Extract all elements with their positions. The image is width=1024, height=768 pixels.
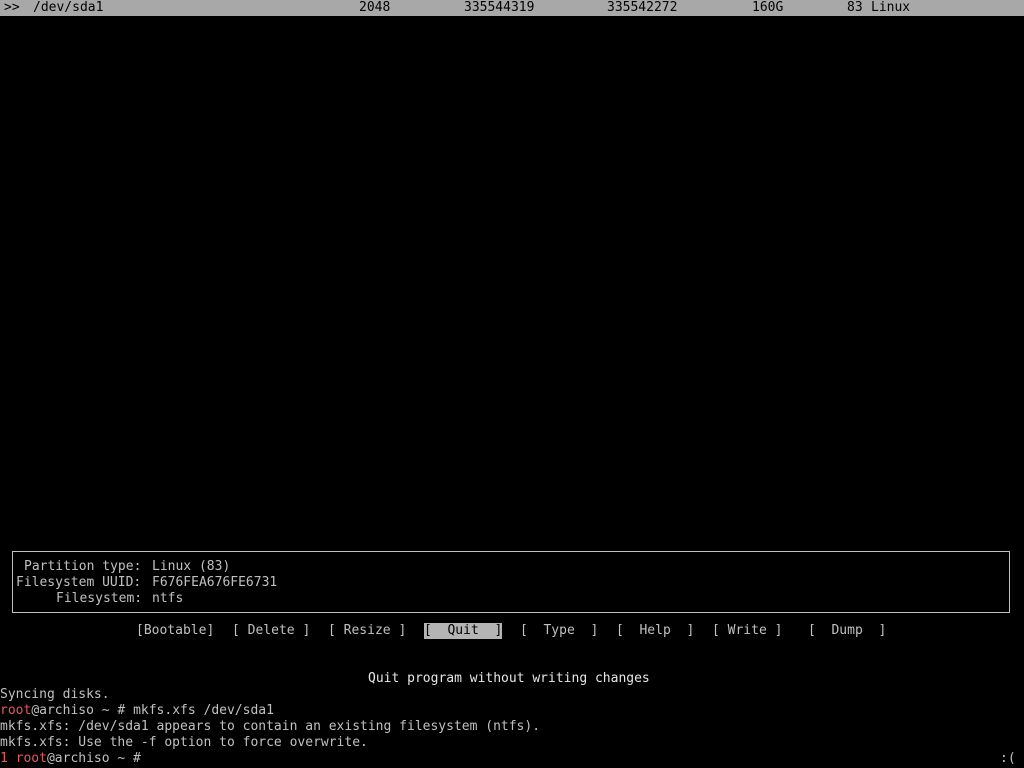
status-indicator: :(: [1000, 751, 1016, 766]
type-button[interactable]: [ Type ]: [520, 623, 598, 639]
partition-id: 83: [847, 0, 863, 15]
partition-sectors: 335542272: [607, 0, 678, 15]
terminal-line-syncing: Syncing disks.: [0, 687, 110, 702]
filesystem-uuid-value: F676FEA676FE6731: [152, 575, 278, 590]
bootable-button[interactable]: [Bootable]: [136, 623, 214, 639]
prompt-user: root: [0, 703, 32, 718]
terminal-prompt-line: root@archiso ~ # mkfs.xfs /dev/sda1: [0, 703, 274, 719]
prompt-host: @archiso ~ #: [31, 703, 134, 718]
partition-row-sda1[interactable]: >> /dev/sda1 2048 335544319 335542272 16…: [0, 0, 1024, 16]
exit-status: 1: [0, 751, 16, 766]
filesystem-label: Filesystem:: [56, 591, 143, 606]
delete-button[interactable]: [ Delete ]: [232, 623, 310, 639]
partition-size: 160G: [752, 0, 784, 15]
filesystem-uuid-label: Filesystem UUID:: [16, 575, 142, 590]
terminal-error-1: mkfs.xfs: /dev/sda1 appears to contain a…: [0, 719, 541, 734]
menu-hint: Quit program without writing changes: [368, 671, 650, 686]
partition-type: Linux: [871, 0, 911, 15]
current-prompt-user: root: [15, 751, 47, 766]
partition-end: 335544319: [464, 0, 535, 15]
filesystem-value: ntfs: [152, 591, 184, 606]
current-prompt-host: @archiso ~ #: [46, 751, 149, 766]
selection-marker: >>: [4, 0, 20, 15]
quit-button[interactable]: [ Quit ]: [424, 623, 503, 639]
resize-button[interactable]: [ Resize ]: [328, 623, 406, 639]
terminal-current-prompt[interactable]: 1 root@archiso ~ #: [0, 751, 149, 767]
terminal-error-2: mkfs.xfs: Use the -f option to force ove…: [0, 735, 368, 750]
help-button[interactable]: [ Help ]: [616, 623, 694, 639]
terminal-command: mkfs.xfs /dev/sda1: [133, 703, 274, 718]
partition-type-value: Linux (83): [152, 559, 231, 574]
partition-start: 2048: [359, 0, 391, 15]
partition-device: /dev/sda1: [33, 0, 104, 15]
write-button[interactable]: [ Write ]: [712, 623, 782, 639]
partition-type-label: Partition type:: [24, 559, 142, 574]
dump-button[interactable]: [ Dump ]: [808, 623, 886, 639]
